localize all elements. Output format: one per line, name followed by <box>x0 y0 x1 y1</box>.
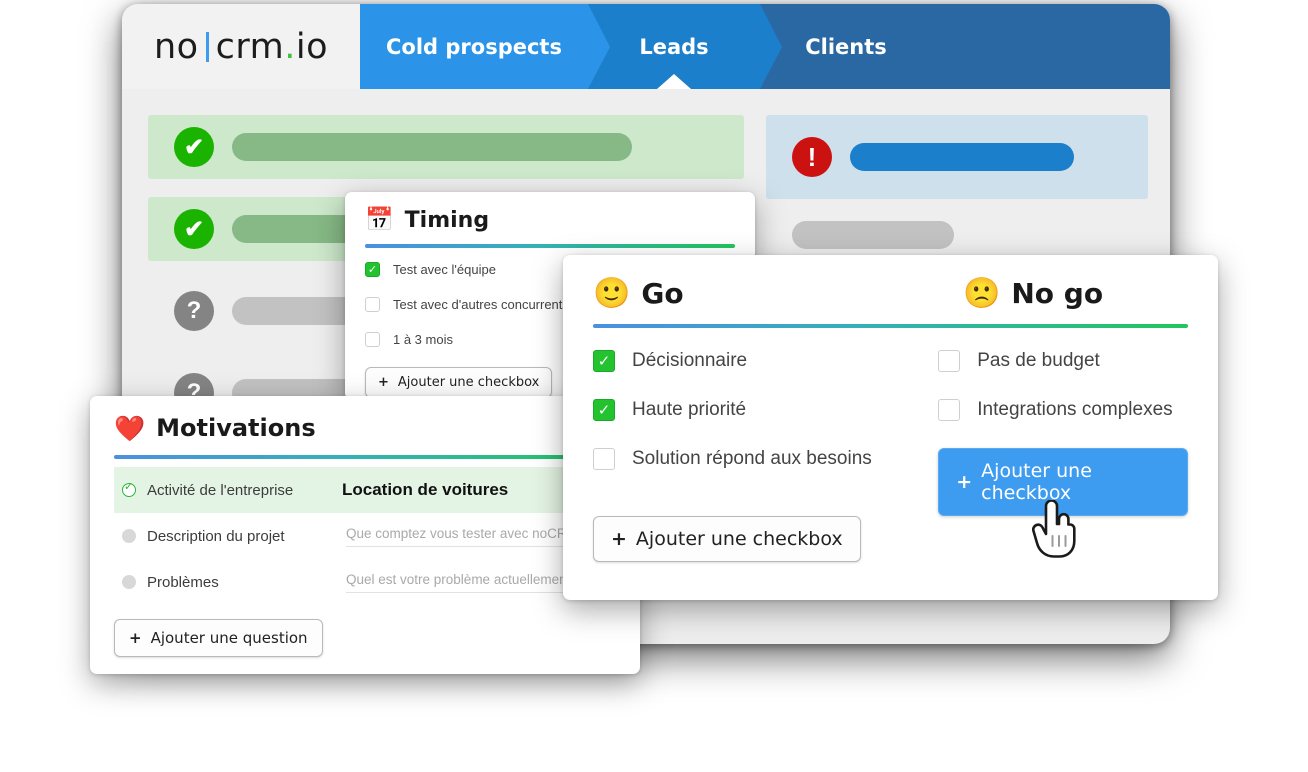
go-footer-column: + Ajouter une checkbox <box>593 516 963 562</box>
screenshot-root: no crm . io Cold prospects Leads Clients <box>0 0 1308 772</box>
checkbox-unchecked-icon[interactable] <box>938 399 961 421</box>
empty-dot-icon <box>122 529 136 543</box>
panel-divider <box>114 455 616 459</box>
checkbox-label: 1 à 3 mois <box>393 332 453 347</box>
check-circle-icon: ✔ <box>174 209 214 249</box>
checkbox-label: Integrations complexes <box>977 399 1173 420</box>
top-navigation-bar: no crm . io Cold prospects Leads Clients <box>122 4 1170 89</box>
checkbox-unchecked-icon[interactable] <box>365 297 380 312</box>
empty-dot-icon <box>122 575 136 589</box>
add-checkbox-button[interactable]: + Ajouter une checkbox <box>365 367 553 398</box>
pointing-hand-cursor <box>1031 500 1076 558</box>
button-label: Ajouter une checkbox <box>981 460 1092 504</box>
go-nogo-headers: 🙂 Go 🙁 No go <box>593 277 1188 310</box>
question-label: Activité de l'entreprise <box>147 481 294 499</box>
checkbox-label: Test avec l'équipe <box>393 262 496 277</box>
panel-title: Timing <box>404 208 490 233</box>
topbar-filler <box>932 4 1170 89</box>
question-label: Description du projet <box>147 527 285 545</box>
logo-text-io: io <box>295 26 328 67</box>
alert-card[interactable]: ! <box>766 115 1148 199</box>
question-value[interactable]: Location de voitures <box>342 480 508 500</box>
question-circle-icon: ? <box>174 291 214 331</box>
motivations-panel: ❤️ Motivations Activité de l'entreprise … <box>90 396 640 674</box>
go-nogo-columns: ✓ Décisionnaire ✓ Haute priorité Solutio… <box>593 350 1188 516</box>
question-row[interactable]: Problèmes Quel est votre problème actuel… <box>114 559 616 605</box>
tab-label: Cold prospects <box>386 34 562 59</box>
logo-text-no: no <box>153 26 199 67</box>
chevron-right-icon <box>760 4 782 89</box>
panel-title: No go <box>1011 277 1104 310</box>
chevron-right-icon <box>588 4 610 89</box>
timing-panel-header: 📅 Timing <box>365 208 735 233</box>
checkbox-label: Test avec d'autres concurrents <box>393 297 569 312</box>
checkbox-item[interactable]: ✓ Haute priorité <box>593 399 938 421</box>
go-column: ✓ Décisionnaire ✓ Haute priorité Solutio… <box>593 350 938 516</box>
add-question-button[interactable]: + Ajouter une question <box>114 619 323 657</box>
add-checkbox-button[interactable]: + Ajouter une checkbox <box>593 516 861 562</box>
button-label: Ajouter une question <box>150 629 308 647</box>
tab-label: Clients <box>805 34 887 59</box>
panel-title: Go <box>641 277 684 310</box>
go-panel-footer: + Ajouter une checkbox <box>593 516 1188 562</box>
placeholder-bar <box>850 143 1074 171</box>
checkbox-unchecked-icon[interactable] <box>365 332 380 347</box>
plus-icon: + <box>956 471 973 493</box>
plus-icon: + <box>378 375 389 390</box>
checkbox-label: Solution répond aux besoins <box>632 448 872 469</box>
checkbox-checked-icon[interactable]: ✓ <box>365 262 380 277</box>
motivations-panel-header: ❤️ Motivations <box>114 414 616 442</box>
go-nogo-panel: 🙂 Go 🙁 No go ✓ Décisionnaire ✓ Haute pri… <box>563 255 1218 600</box>
question-row[interactable]: Description du projet Que comptez vous t… <box>114 513 616 559</box>
checkbox-label: Décisionnaire <box>632 350 748 371</box>
logo-divider-icon <box>205 31 209 62</box>
checkbox-item[interactable]: Pas de budget <box>938 350 1188 372</box>
tab-clients[interactable]: Clients <box>760 4 932 89</box>
button-label: Ajouter une checkbox <box>397 375 540 390</box>
plus-icon: + <box>129 629 142 647</box>
checkbox-checked-icon[interactable]: ✓ <box>593 350 615 372</box>
panel-divider <box>593 324 1188 328</box>
question-label: Problèmes <box>147 573 219 591</box>
panel-divider <box>365 244 735 248</box>
button-label: Ajouter une checkbox <box>635 528 843 550</box>
checkbox-unchecked-icon[interactable] <box>938 350 961 372</box>
check-circle-icon: ✔ <box>174 127 214 167</box>
go-panel-header: 🙂 Go <box>593 277 963 310</box>
plus-icon: + <box>611 528 627 550</box>
checkbox-item[interactable]: ✓ Décisionnaire <box>593 350 938 372</box>
checkbox-label: Haute priorité <box>632 399 747 420</box>
checkbox-item[interactable]: Solution répond aux besoins <box>593 448 938 470</box>
panel-title: Motivations <box>156 414 316 442</box>
completed-check-icon <box>122 480 136 497</box>
alert-circle-icon: ! <box>792 137 832 177</box>
checkbox-item[interactable]: Integrations complexes <box>938 399 1188 421</box>
placeholder-bar <box>232 133 632 161</box>
tab-label: Leads <box>639 34 709 59</box>
tab-leads[interactable]: Leads <box>588 4 782 89</box>
red-heart-icon: ❤️ <box>114 413 146 443</box>
list-item[interactable]: ✔ <box>148 115 744 179</box>
slightly-smiling-face-icon: 🙂 <box>593 275 631 311</box>
checkbox-label: Pas de budget <box>977 350 1100 371</box>
no-go-column: Pas de budget Integrations complexes + A… <box>938 350 1188 516</box>
active-tab-notch-icon <box>657 74 691 89</box>
logo-dot: . <box>284 26 296 67</box>
tab-cold-prospects[interactable]: Cold prospects <box>360 4 610 89</box>
placeholder-bar <box>792 221 954 249</box>
frowning-face-icon: 🙁 <box>963 275 1001 311</box>
checkbox-unchecked-icon[interactable] <box>593 448 615 470</box>
calendar-icon: 📅 <box>365 207 394 233</box>
logo-text-crm: crm <box>215 26 285 67</box>
question-row[interactable]: Activité de l'entreprise Location de voi… <box>114 467 616 513</box>
app-logo[interactable]: no crm . io <box>122 4 360 89</box>
no-go-panel-header: 🙁 No go <box>963 277 1103 310</box>
checkbox-checked-icon[interactable]: ✓ <box>593 399 615 421</box>
